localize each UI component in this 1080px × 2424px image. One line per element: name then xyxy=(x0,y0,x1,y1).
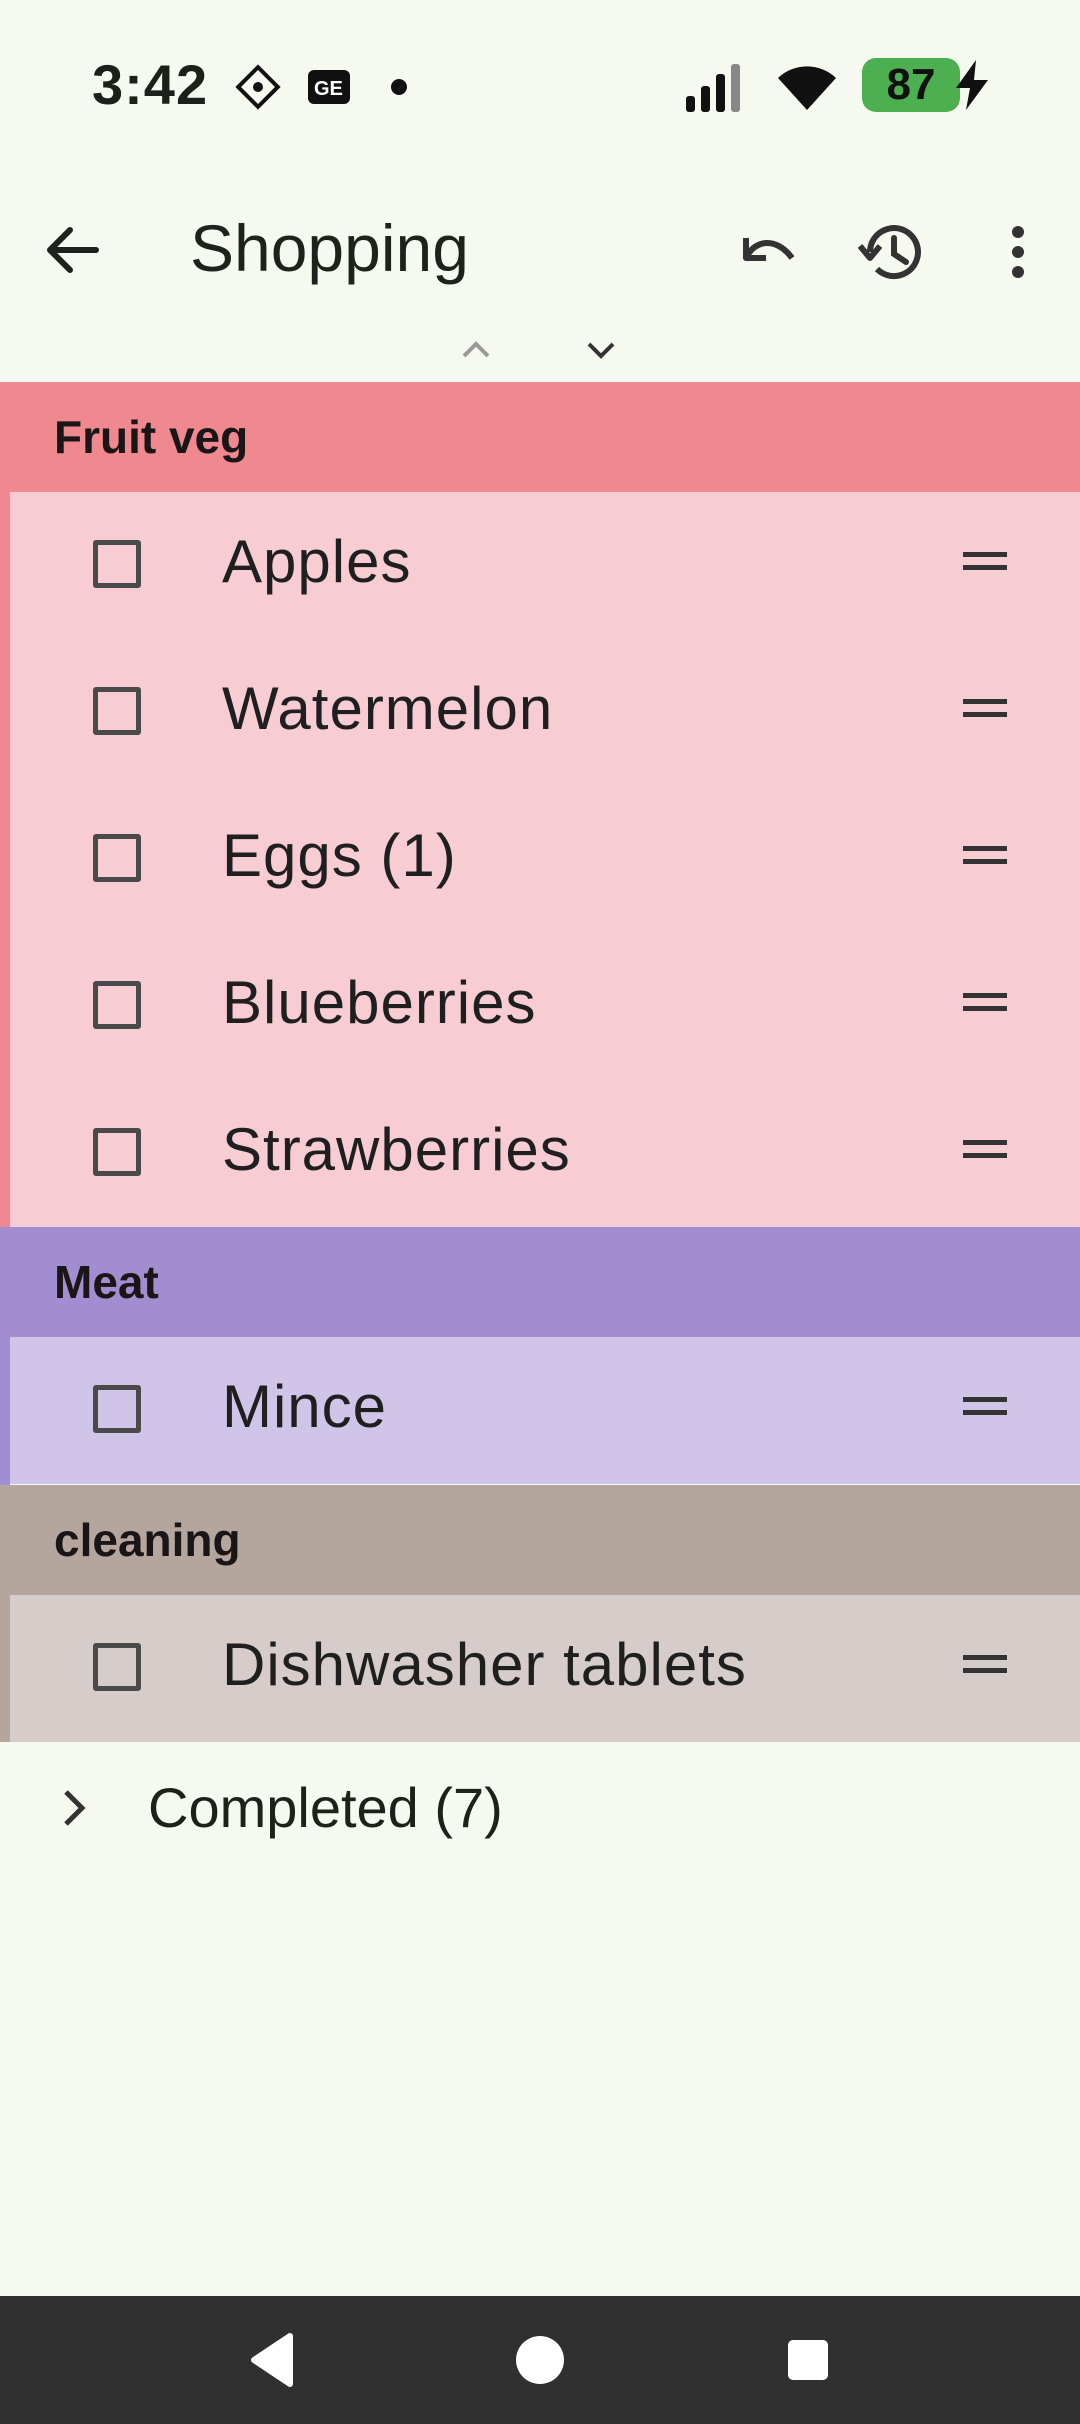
item-label: Watermelon xyxy=(222,675,554,742)
category-name: Meat xyxy=(54,1256,159,1308)
battery-indicator: 87 xyxy=(862,58,960,112)
drag-handle-icon[interactable] xyxy=(963,846,1007,864)
item-label: Apples xyxy=(222,528,412,595)
charging-bolt-icon xyxy=(956,60,988,110)
drag-handle-icon[interactable] xyxy=(963,1397,1007,1415)
signal-icon xyxy=(686,64,740,112)
completed-label: Completed (7) xyxy=(148,1776,503,1839)
list-item[interactable]: Watermelon xyxy=(10,639,1080,786)
scroll-arrows xyxy=(0,330,1080,382)
category-strip xyxy=(0,1595,10,1742)
sim-diamond-icon xyxy=(235,64,281,110)
list-item[interactable]: Eggs (1) xyxy=(10,786,1080,933)
svg-text:GE: GE xyxy=(314,78,343,100)
status-bar: 3:42 GE 87 xyxy=(0,0,1080,170)
list-item[interactable]: Apples xyxy=(10,492,1080,639)
category-header-fruit-veg[interactable]: Fruit veg xyxy=(0,382,1080,492)
completed-section-toggle[interactable]: Completed (7) xyxy=(0,1746,1080,1870)
drag-handle-icon[interactable] xyxy=(963,1140,1007,1158)
category-header-cleaning[interactable]: cleaning xyxy=(0,1485,1080,1595)
item-checkbox[interactable] xyxy=(93,1128,141,1176)
chevron-down-icon[interactable] xyxy=(583,338,619,362)
item-label: Strawberries xyxy=(222,1116,571,1183)
category-strip xyxy=(0,1337,10,1485)
app-bar: Shopping xyxy=(0,170,1080,330)
dot-icon xyxy=(391,79,407,95)
status-time: 3:42 xyxy=(92,53,209,116)
system-nav-bar xyxy=(0,2296,1080,2424)
wifi-icon xyxy=(778,66,836,110)
item-checkbox[interactable] xyxy=(93,1385,141,1433)
item-checkbox[interactable] xyxy=(93,540,141,588)
chevron-up-icon[interactable] xyxy=(458,338,494,362)
item-checkbox[interactable] xyxy=(93,981,141,1029)
drag-handle-icon[interactable] xyxy=(963,993,1007,1011)
recents-square-icon[interactable] xyxy=(786,2330,830,2390)
category-name: Fruit veg xyxy=(54,411,249,463)
more-vert-icon[interactable] xyxy=(990,216,1046,288)
item-checkbox[interactable] xyxy=(93,687,141,735)
arrow-back-icon[interactable] xyxy=(38,216,106,284)
news-card-icon: GE xyxy=(308,70,350,104)
page-title: Shopping xyxy=(190,211,469,285)
list-item[interactable]: Strawberries xyxy=(10,1080,1080,1227)
drag-handle-icon[interactable] xyxy=(963,699,1007,717)
undo-icon[interactable] xyxy=(730,216,798,284)
drag-handle-icon[interactable] xyxy=(963,552,1007,570)
chevron-right-icon xyxy=(64,1790,86,1826)
category-strip xyxy=(0,492,10,1227)
drag-handle-icon[interactable] xyxy=(963,1655,1007,1673)
back-triangle-icon[interactable] xyxy=(246,2330,296,2390)
category-name: cleaning xyxy=(54,1514,241,1566)
item-checkbox[interactable] xyxy=(93,1643,141,1691)
list-item[interactable]: Dishwasher tablets xyxy=(10,1595,1080,1742)
home-circle-icon[interactable] xyxy=(514,2330,566,2390)
list-item[interactable]: Blueberries xyxy=(10,933,1080,1080)
item-label: Eggs (1) xyxy=(222,822,457,889)
item-label: Blueberries xyxy=(222,969,537,1036)
item-checkbox[interactable] xyxy=(93,834,141,882)
item-label: Mince xyxy=(222,1373,388,1440)
item-label: Dishwasher tablets xyxy=(222,1631,747,1698)
list-item[interactable]: Mince xyxy=(10,1337,1080,1484)
category-header-meat[interactable]: Meat xyxy=(0,1227,1080,1337)
history-icon[interactable] xyxy=(856,216,928,288)
